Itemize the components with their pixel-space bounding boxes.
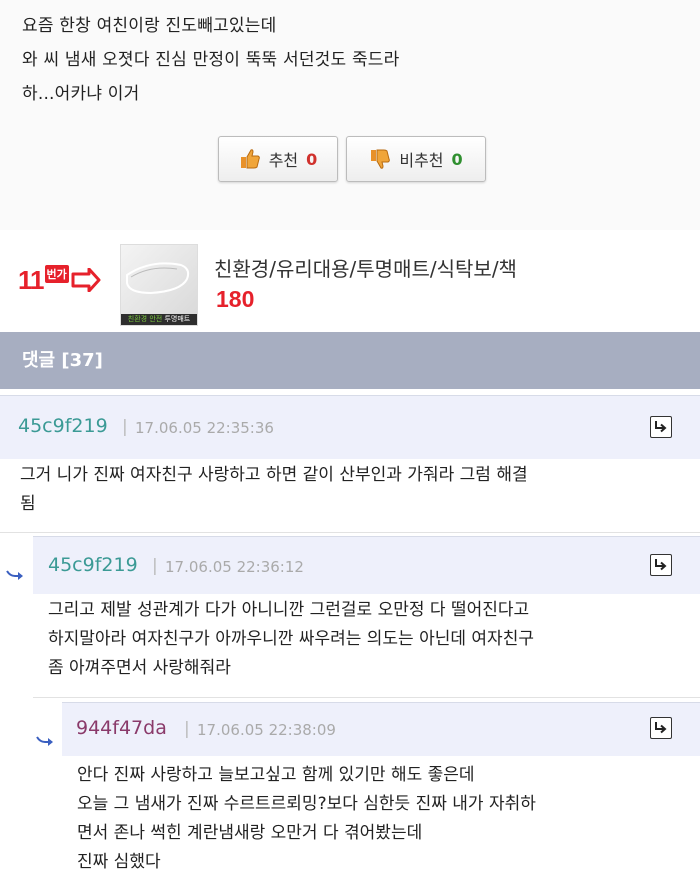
post-line: 하...어카냐 이거 (22, 84, 140, 104)
thumbs-down-icon (371, 149, 391, 169)
comment-date: 17.06.05 22:38:09 (197, 721, 336, 739)
product-mat-image (126, 262, 190, 295)
comment-text-line: 면서 존나 썩힌 계란냄새랑 오만거 다 겪어봤는데 (77, 823, 423, 843)
upvote-label: 추천 (268, 151, 299, 170)
comment-text-line: 됨 (20, 494, 36, 514)
comment-text-line: 안다 진짜 사랑하고 늘보고싶고 함께 있기만 해도 좋은데 (77, 765, 475, 785)
comments-header: 댓글 [37] (0, 332, 700, 389)
comment-text-line: 좀 아껴주면서 사랑해줘라 (48, 658, 231, 678)
reply-indent-icon (36, 736, 53, 746)
separator: | (122, 417, 128, 437)
reply-button[interactable] (650, 717, 672, 739)
divider (33, 697, 700, 698)
post-line: 와 씨 냄새 오졋다 진심 만정이 뚝뚝 서던것도 죽드라 (22, 50, 400, 70)
separator: | (184, 719, 190, 739)
ad-logo-text: 번가 (44, 265, 69, 283)
divider (0, 532, 700, 533)
ad-product-image[interactable]: 친환경 안전 투명매트 (120, 244, 198, 326)
ad-logo-number: 11 (18, 264, 44, 295)
reply-arrow-icon (655, 559, 667, 571)
comment-date: 17.06.05 22:36:12 (165, 558, 304, 576)
downvote-label: 비추천 (399, 151, 444, 170)
reply-arrow-icon (655, 421, 667, 433)
comment-author[interactable]: 45c9f219 (48, 554, 138, 576)
ad-price: 180 (216, 286, 255, 312)
comment-text-line: 하지말아라 여자친구가 아까우니깐 싸우려는 의도는 아닌데 여자친구 (48, 629, 534, 649)
comment-header: 944f47da | 17.06.05 22:38:09 (62, 702, 700, 756)
comment-header: 45c9f219 | 17.06.05 22:36:12 (33, 536, 700, 594)
comment-date: 17.06.05 22:35:36 (135, 419, 274, 437)
downvote-count: 0 (451, 149, 463, 169)
post-body: 요즘 한창 여친이랑 진도빼고있는데 와 씨 냄새 오졋다 진심 만정이 뚝뚝 … (0, 0, 700, 230)
comment-author[interactable]: 45c9f219 (18, 415, 108, 437)
upvote-count: 0 (306, 149, 318, 169)
reply-button[interactable] (650, 554, 672, 576)
comment-text-line: 오늘 그 냄새가 진짜 수르트르뢰밍?보다 심한듯 진짜 내가 자취하 (77, 794, 536, 814)
upvote-button[interactable]: 추천 0 (218, 136, 338, 182)
comment-author[interactable]: 944f47da (76, 717, 167, 739)
reply-button[interactable] (650, 416, 672, 438)
ad-title[interactable]: 친환경/유리대용/투명매트/식탁보/책 (214, 253, 517, 282)
arrow-right-icon (71, 268, 101, 292)
comment-text-line: 그거 니가 진짜 여자친구 사랑하고 하면 같이 산부인과 가줘라 그럼 해결 (20, 465, 528, 485)
separator: | (152, 556, 158, 576)
thumbs-up-icon (240, 149, 260, 169)
comment-text-line: 진짜 심했다 (77, 852, 161, 872)
reply-indent-icon (6, 570, 23, 580)
reply-arrow-icon (655, 722, 667, 734)
ad-logo[interactable]: 11 번가 (18, 262, 101, 298)
downvote-button[interactable]: 비추천 0 (346, 136, 486, 182)
post-line: 요즘 한창 여친이랑 진도빼고있는데 (22, 16, 277, 36)
comment-text-line: 그리고 제발 성관계가 다가 아니니깐 그런걸로 오만정 다 떨어진다고 (48, 600, 530, 620)
comment-header: 45c9f219 | 17.06.05 22:35:36 (0, 395, 700, 459)
ad-thumb-caption: 친환경 안전 투명매트 (121, 314, 197, 325)
